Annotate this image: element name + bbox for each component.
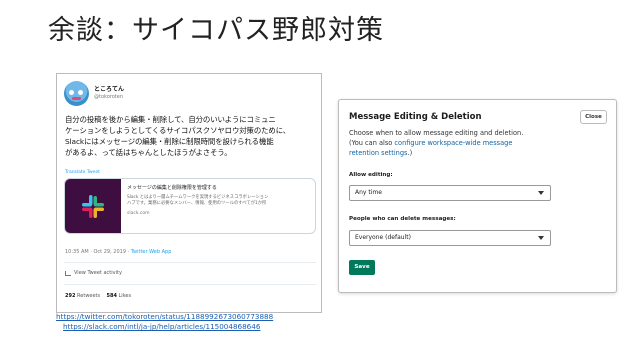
divider — [64, 262, 316, 263]
tweet-text-line: 自分の投稿を後から編集・削除して、自分のいいようにコミュニ — [65, 115, 276, 124]
tweet-stats: 292 Retweets 584 Likes — [65, 293, 131, 299]
allow-editing-value: Any time — [355, 189, 382, 196]
tweet-screenshot: ところてん @tokoroten 自分の投稿を後から編集・削除して、自分のいいよ… — [56, 73, 322, 313]
close-button[interactable]: Close — [580, 110, 607, 124]
likes-count[interactable]: 584 — [106, 293, 116, 299]
card-domain: slack.com — [127, 211, 150, 216]
link-preview-card[interactable]: メッセージの編集と削除権限を管理する Slack とはより一層ムチームワークを実… — [64, 178, 316, 234]
user-name[interactable]: ところてん — [94, 86, 124, 94]
tweet-header: ところてん @tokoroten — [64, 81, 124, 106]
retweets-count[interactable]: 292 — [65, 293, 75, 299]
user-handle[interactable]: @tokoroten — [94, 94, 124, 101]
tweet-timestamp[interactable]: 10:35 AM · Oct 29, 2019 · — [65, 249, 131, 255]
slide-title: 余談：サイコパス野郎対策 — [48, 15, 384, 46]
retweets-label[interactable]: Retweets — [77, 293, 100, 299]
view-activity-link[interactable]: View Tweet activity — [65, 270, 122, 276]
allow-editing-label: Allow editing: — [349, 172, 393, 178]
translate-tweet-link[interactable]: Translate Tweet — [65, 170, 100, 175]
tweet-meta: 10:35 AM · Oct 29, 2019 · Twitter Web Ap… — [65, 249, 171, 255]
card-description-line: ハブです。業務に必要なメンバー、情報、使用のツールのすべてが1か所 — [127, 201, 267, 206]
retention-settings-link[interactable]: configure workspace-wide message — [394, 139, 512, 147]
chevron-down-icon — [538, 236, 544, 240]
bar-chart-icon — [65, 270, 71, 276]
message-editing-dialog: Message Editing & Deletion Close Choose … — [338, 99, 617, 293]
source-link-slack[interactable]: https://slack.com/intl/ja-jp/help/articl… — [63, 322, 273, 332]
card-description: Slack とはより一層ムチームワークを実現するビジネスコラボレーション ハブで… — [127, 195, 309, 207]
retention-settings-link[interactable]: retention settings — [349, 149, 407, 157]
delete-permission-label: People who can delete messages: — [349, 216, 456, 222]
tweet-source-app[interactable]: Twitter Web App — [131, 249, 172, 255]
description-suffix: .) — [407, 149, 413, 157]
source-links: https://twitter.com/tokoroten/status/118… — [56, 312, 273, 332]
allow-editing-select[interactable]: Any time — [349, 185, 551, 201]
save-button[interactable]: Save — [349, 260, 375, 275]
dialog-title: Message Editing & Deletion — [349, 112, 482, 122]
divider — [64, 284, 316, 285]
avatar[interactable] — [64, 81, 89, 106]
tweet-user: ところてん @tokoroten — [94, 86, 124, 101]
likes-label[interactable]: Likes — [119, 293, 132, 299]
dialog-description: Choose when to allow message editing and… — [349, 128, 574, 158]
description-line: (You can also configure workspace-wide m… — [349, 138, 574, 148]
tweet-text-line: Slackにはメッセージの編集・削除に制限時間を設けられる機能 — [65, 137, 274, 146]
card-text: メッセージの編集と削除権限を管理する Slack とはより一層ムチームワークを実… — [121, 179, 315, 233]
chevron-down-icon — [538, 191, 544, 195]
tweet-text-line: があるよ、って話はちゃんとしたほうがよさそう。 — [65, 148, 232, 157]
tweet-text: 自分の投稿を後から編集・削除して、自分のいいようにコミュニ ケーションをしようと… — [65, 114, 317, 158]
description-prefix: (You can also — [349, 139, 395, 147]
slack-logo-icon — [65, 179, 121, 233]
delete-permission-value: Everyone (default) — [355, 234, 411, 241]
description-line: retention settings.) — [349, 148, 574, 158]
description-line: Choose when to allow message editing and… — [349, 129, 524, 137]
source-link-twitter[interactable]: https://twitter.com/tokoroten/status/118… — [56, 312, 273, 322]
card-title: メッセージの編集と削除権限を管理する — [127, 185, 217, 191]
delete-permission-select[interactable]: Everyone (default) — [349, 230, 551, 246]
activity-label: View Tweet activity — [74, 270, 122, 276]
tweet-text-line: ケーションをしようとしてくるサイコパスクソヤロウ対策のために、 — [65, 126, 291, 135]
